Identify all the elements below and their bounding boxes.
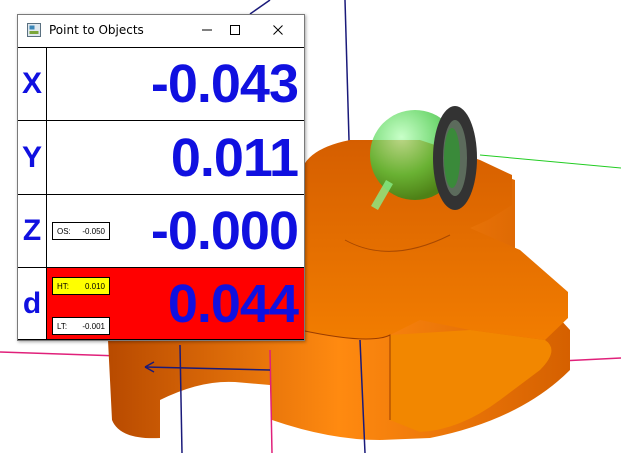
ht-label: HT: [57, 281, 69, 291]
value-y: 0.011 [170, 127, 299, 188]
offset-chip: OS: -0.050 [52, 222, 110, 240]
close-icon [273, 25, 283, 35]
axis-line [249, 0, 271, 15]
maximize-icon [230, 25, 240, 35]
probe-ring-hole [444, 128, 460, 188]
minimize-button[interactable] [192, 19, 222, 41]
minimize-icon [202, 29, 212, 31]
axis-label-d: d [18, 268, 47, 339]
row-d: d HT: 0.010 LT: -0.001 0.044 [18, 267, 304, 340]
value-z: -0.000 [150, 201, 299, 261]
value-d: 0.044 [167, 273, 299, 334]
value-x: -0.043 [150, 54, 299, 114]
offset-label: OS: [57, 226, 71, 236]
axis-label-z: Z [18, 195, 47, 267]
axis-label-x: X [18, 48, 47, 120]
high-tolerance-chip: HT: 0.010 [52, 277, 110, 295]
axis-line [479, 154, 621, 169]
row-z: Z OS: -0.050 -0.000 [18, 194, 304, 267]
close-button[interactable] [263, 19, 293, 41]
ht-value: 0.010 [84, 281, 105, 291]
axis-line [0, 351, 121, 357]
axis-label-y: Y [18, 121, 47, 194]
app-icon [27, 23, 41, 37]
probe [370, 106, 477, 210]
title-bar[interactable]: Point to Objects [18, 15, 304, 47]
row-x: X -0.043 [18, 47, 304, 120]
low-tolerance-chip: LT: -0.001 [52, 317, 110, 335]
maximize-button[interactable] [220, 19, 250, 41]
window-title: Point to Objects [49, 23, 144, 37]
lt-label: LT: [57, 321, 68, 331]
offset-value: -0.050 [82, 226, 105, 236]
row-y: Y 0.011 [18, 120, 304, 194]
lt-value: -0.001 [82, 321, 105, 331]
point-to-objects-dialog: Point to Objects X -0.043 Y 0.011 Z OS: … [17, 14, 305, 341]
